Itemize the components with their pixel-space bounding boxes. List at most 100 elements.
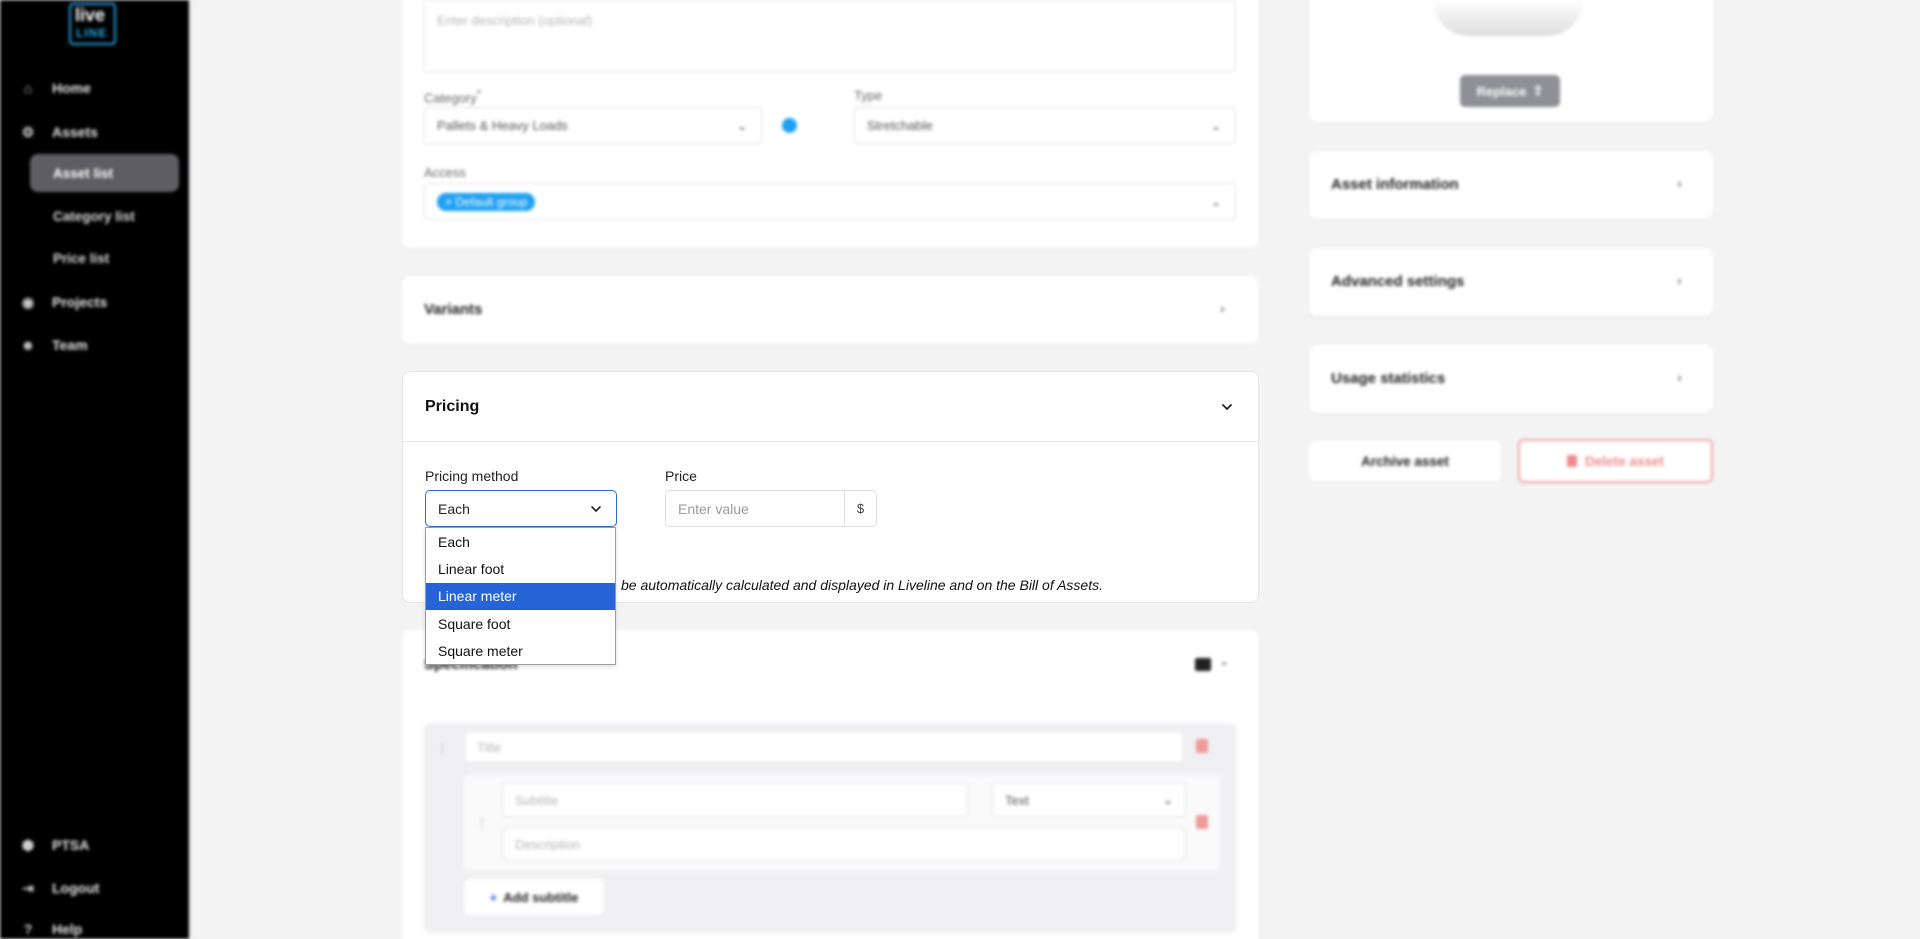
assets-icon: ⚙	[21, 123, 35, 140]
pricing-method-value: Each	[438, 500, 470, 517]
sidebar-item-home[interactable]: ⌂ Home	[20, 74, 91, 102]
dropdown-option-square-meter[interactable]: Square meter	[426, 638, 615, 665]
trash-icon	[1567, 455, 1578, 467]
sidebar-item-label: Projects	[52, 294, 108, 310]
chevron-down-icon	[591, 506, 601, 512]
replace-label: Replace	[1476, 83, 1527, 99]
logout-icon: ⇥	[22, 879, 34, 896]
dropdown-option-square-foot[interactable]: Square foot	[426, 610, 615, 637]
description-textarea[interactable]: Enter description (optional)	[424, 0, 1236, 72]
app-logo[interactable]: live LINE	[69, 3, 116, 45]
advanced-settings-title: Advanced settings	[1331, 273, 1465, 290]
details-card: Enter description (optional) Category* P…	[402, 0, 1259, 248]
chevron-down-icon[interactable]: ⌄	[1219, 654, 1229, 668]
subtitle-placeholder: Subtitle	[515, 792, 559, 808]
sidebar-item-assets[interactable]: ⚙ Assets	[20, 118, 98, 146]
trash-icon[interactable]	[1196, 815, 1208, 829]
delete-asset-label: Delete asset	[1585, 453, 1664, 469]
drag-handle-icon[interactable]: ⋮	[476, 815, 488, 829]
subtitle-type-select[interactable]: Text ⌄	[992, 783, 1186, 817]
sidebar-item-asset-list[interactable]: Asset list	[30, 154, 179, 192]
advanced-settings-card[interactable]: Advanced settings ›	[1309, 248, 1713, 316]
dropdown-option-linear-meter[interactable]: Linear meter	[426, 582, 615, 611]
description-placeholder: Enter description (optional)	[437, 13, 593, 28]
variants-card[interactable]: Variants ›	[402, 276, 1259, 344]
chevron-right-icon: ›	[1220, 300, 1225, 316]
chevron-down-icon[interactable]	[1220, 400, 1234, 414]
spec-title-input[interactable]: Title	[464, 731, 1184, 763]
add-subtitle-label: Add subtitle	[503, 889, 579, 905]
team-icon: ☻	[20, 337, 36, 353]
chevron-down-icon: ⌄	[1162, 793, 1173, 807]
sidebar-item-category-list[interactable]: Category list	[53, 204, 135, 228]
asset-image	[1433, 0, 1583, 36]
spec-title-placeholder: Title	[477, 739, 502, 755]
archive-asset-button[interactable]: Archive asset	[1309, 441, 1501, 481]
replace-button[interactable]: Replace ⇧	[1460, 75, 1560, 107]
ptsa-icon: ⬢	[21, 836, 35, 853]
logo-bottom: LINE	[76, 26, 108, 40]
sidebar-item-label: Team	[52, 337, 88, 353]
sidebar-item-team[interactable]: ☻ Team	[20, 331, 88, 359]
code-icon[interactable]	[1195, 658, 1211, 671]
info-icon[interactable]	[782, 118, 797, 133]
specification-card: Specification ⌄ ⋮ Title ⋮ Subtitle Text …	[402, 630, 1259, 939]
dropdown-option-each[interactable]: Each	[426, 528, 615, 555]
sidebar-item-ptsa[interactable]: ⬢ PTSA	[20, 831, 89, 859]
sidebar-item-label: PTSA	[52, 837, 90, 853]
dropdown-option-linear-foot[interactable]: Linear foot	[426, 555, 615, 582]
usage-statistics-card[interactable]: Usage statistics ›	[1309, 345, 1713, 413]
pricing-method-label: Pricing method	[425, 468, 519, 484]
asset-information-title: Asset information	[1331, 176, 1459, 193]
category-label-text: Category	[424, 90, 477, 106]
pricing-divider	[403, 441, 1258, 442]
pricing-method-select[interactable]: Each	[425, 490, 617, 527]
sidebar-item-label: Assets	[52, 124, 98, 140]
home-icon: ⌂	[23, 80, 33, 96]
currency-addon: $	[844, 490, 877, 527]
price-input[interactable]: Enter value	[665, 490, 845, 527]
chevron-down-icon: ⌄	[736, 119, 747, 133]
sidebar-item-projects[interactable]: ◉ Projects	[20, 288, 107, 316]
pricing-note: be automatically calculated and displaye…	[621, 577, 1103, 593]
category-value: Pallets & Heavy Loads	[437, 118, 568, 133]
subtitle-group: ⋮ Subtitle Text ⌄ Description	[464, 775, 1220, 871]
type-select[interactable]: Stretchable ⌄	[854, 107, 1236, 144]
sidebar-item-label: Help	[52, 921, 83, 937]
subtitle-description-input[interactable]: Description	[502, 827, 1186, 861]
delete-asset-button[interactable]: Delete asset	[1518, 439, 1713, 483]
subtitle-description-placeholder: Description	[515, 836, 581, 852]
category-label: Category*	[424, 88, 481, 106]
chevron-right-icon: ›	[1677, 272, 1682, 288]
type-label: Type	[854, 88, 883, 103]
close-icon[interactable]: ×	[445, 195, 455, 209]
access-tag-label: Default group	[455, 194, 528, 209]
upload-icon: ⇧	[1532, 83, 1544, 98]
image-card: Replace ⇧	[1309, 0, 1713, 122]
access-tag[interactable]: × Default group	[437, 192, 536, 211]
currency-symbol: $	[856, 501, 865, 516]
price-placeholder: Enter value	[678, 500, 749, 517]
type-value: Stretchable	[867, 118, 933, 133]
spec-group: ⋮ Title ⋮ Subtitle Text ⌄ Description + …	[424, 723, 1236, 933]
logo-top: live	[75, 5, 106, 25]
sidebar-item-price-list[interactable]: Price list	[53, 246, 109, 270]
sidebar-item-help[interactable]: ? Help	[20, 915, 83, 939]
sidebar-item-logout[interactable]: ⇥ Logout	[20, 874, 99, 902]
subtitle-type-value: Text	[1005, 792, 1029, 808]
help-icon: ?	[23, 921, 33, 937]
chevron-down-icon: ⌄	[1210, 195, 1221, 209]
pricing-title: Pricing	[425, 398, 480, 415]
chevron-down-icon: ⌄	[1210, 119, 1221, 133]
category-select[interactable]: Pallets & Heavy Loads ⌄	[424, 107, 762, 144]
asset-information-card[interactable]: Asset information ›	[1309, 151, 1713, 219]
pricing-method-dropdown: Each Linear foot Linear meter Square foo…	[425, 527, 616, 665]
trash-icon[interactable]	[1196, 739, 1208, 753]
plus-icon: +	[489, 889, 498, 905]
access-select[interactable]: × Default group ⌄	[424, 183, 1236, 220]
sidebar: live LINE ⌂ Home ⚙ Assets Asset list Categ…	[0, 0, 189, 939]
subtitle-input[interactable]: Subtitle	[502, 783, 968, 817]
add-subtitle-button[interactable]: + Add subtitle	[464, 879, 604, 915]
projects-icon: ◉	[21, 293, 35, 310]
drag-handle-icon[interactable]: ⋮	[436, 741, 448, 755]
